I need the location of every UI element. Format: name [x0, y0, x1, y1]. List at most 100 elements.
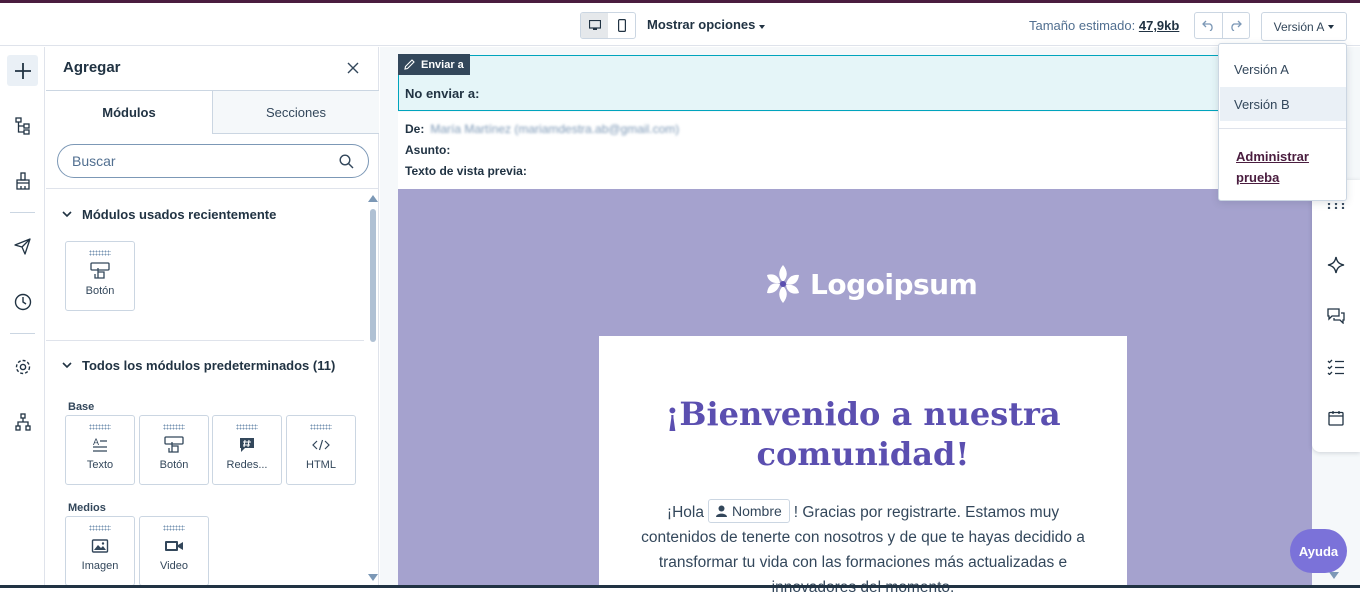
all-modules-heading: Todos los módulos predeterminados (11) [82, 358, 336, 373]
layers-tree-icon [14, 116, 30, 135]
drag-handle-icon [163, 525, 185, 531]
undo-button[interactable] [1195, 13, 1223, 38]
paper-plane-icon [14, 238, 31, 255]
module-html[interactable]: HTML [286, 415, 356, 485]
panel-scrollbar[interactable] [370, 209, 376, 342]
add-panel: Agregar Módulos Secciones Módulos usados… [46, 47, 379, 588]
module-social[interactable]: Redes... [212, 415, 282, 485]
email-meta: De: María Martínez (mariamdestra.ab@gmail… [398, 112, 1312, 189]
scroll-up-arrow[interactable] [368, 195, 378, 202]
drag-handle-icon [89, 424, 111, 430]
search-icon[interactable] [339, 154, 354, 169]
ai-assistant-button[interactable] [1324, 253, 1348, 277]
undo-redo-group [1194, 12, 1250, 39]
dots-grid-icon [1327, 203, 1345, 209]
scroll-down-arrow[interactable] [368, 574, 378, 581]
right-tool-rail [1312, 180, 1360, 452]
logo-mark-icon [767, 265, 799, 303]
version-dropdown-menu: Versión A Versión B Administrar prueba [1218, 43, 1347, 201]
tab-sections[interactable]: Secciones [213, 90, 379, 134]
show-options-label: Mostrar opciones [647, 17, 756, 32]
module-video[interactable]: Video [139, 516, 209, 586]
button-icon [163, 435, 185, 455]
module-search [57, 144, 369, 178]
preview-text-row: Texto de vista previa: [405, 164, 527, 178]
version-select-button[interactable]: Versión A [1261, 12, 1347, 41]
email-content-card[interactable]: ¡Bienvenido a nuestra comunidad! ¡Hola No… [599, 336, 1127, 596]
module-label: Botón [85, 285, 115, 297]
module-label: Botón [159, 459, 189, 471]
logo-text: Logoipsum [810, 267, 978, 301]
caret-down-icon [758, 25, 765, 29]
send-to-bar[interactable] [398, 55, 1238, 111]
size-value-link[interactable]: 47,9kb [1139, 18, 1179, 33]
module-image[interactable]: Imagen [65, 516, 135, 586]
drag-handle-icon [163, 424, 185, 430]
manage-test-link[interactable]: Administrar prueba [1236, 146, 1336, 188]
email-headline[interactable]: ¡Bienvenido a nuestra comunidad! [629, 394, 1097, 474]
pencil-icon [404, 59, 415, 70]
mobile-view-button[interactable] [608, 13, 635, 38]
rail-divider [10, 333, 35, 334]
show-options-menu[interactable]: Mostrar opciones [647, 17, 765, 32]
calendar-button[interactable] [1324, 406, 1348, 430]
module-label: Texto [86, 459, 114, 471]
group-label-media: Medios [68, 502, 106, 514]
rail-settings-button[interactable] [7, 351, 38, 382]
top-toolbar: Mostrar opciones Tamaño estimado: 47,9kb… [0, 3, 1360, 46]
module-button[interactable]: Botón [139, 415, 209, 485]
module-label: HTML [306, 459, 336, 471]
tab-modules[interactable]: Módulos [46, 90, 213, 134]
social-icon [238, 435, 256, 455]
desktop-view-button[interactable] [581, 13, 608, 38]
svg-text:A: A [93, 437, 99, 447]
plus-icon [14, 62, 31, 79]
chevron-down-icon [62, 211, 72, 218]
module-button-recent[interactable]: Botón [65, 241, 135, 311]
help-button[interactable]: Ayuda [1290, 529, 1347, 573]
email-logo[interactable]: Logoipsum [764, 263, 978, 305]
gear-icon [15, 359, 30, 374]
rail-design-button[interactable] [7, 165, 38, 196]
chevron-down-icon [62, 362, 72, 369]
rail-schedule-button[interactable] [7, 286, 38, 317]
all-modules-toggle[interactable]: Todos los módulos predeterminados (11) [62, 358, 335, 373]
rail-workflow-button[interactable] [7, 406, 38, 437]
search-input[interactable] [72, 153, 332, 169]
panel-tabs: Módulos Secciones [46, 90, 379, 134]
canvas-scroll-down-arrow[interactable] [1329, 572, 1339, 579]
rail-structure-button[interactable] [7, 110, 38, 141]
token-label: Nombre [731, 503, 782, 519]
menu-divider [1219, 128, 1346, 129]
drag-handle-icon [89, 525, 111, 531]
rail-add-button[interactable] [7, 55, 38, 86]
panel-title: Agregar [63, 59, 121, 76]
recent-modules-toggle[interactable]: Módulos usados recientemente [62, 207, 276, 222]
email-preview: Logoipsum ¡Bienvenido a nuestra comunida… [398, 189, 1312, 596]
html-icon [311, 435, 331, 455]
module-text[interactable]: A Texto [65, 415, 135, 485]
text-icon: A [91, 435, 109, 455]
close-panel-button[interactable] [346, 61, 360, 80]
section-divider [46, 340, 364, 341]
greeting-text: ¡Hola [666, 504, 704, 521]
flowchart-icon [14, 412, 31, 431]
personalization-token[interactable]: Nombre [707, 499, 790, 523]
rail-send-button[interactable] [7, 231, 38, 262]
clock-icon [14, 293, 31, 310]
caret-down-icon [1328, 24, 1335, 29]
manage-test-line2: prueba [1236, 170, 1280, 185]
from-row: De: María Martínez (mariamdestra.ab@gmail… [405, 122, 679, 136]
menu-item-version-a[interactable]: Versión A [1220, 52, 1346, 86]
video-icon [164, 536, 184, 556]
panel-divider [46, 188, 379, 189]
undo-icon [1201, 20, 1213, 31]
module-label: Video [160, 560, 188, 572]
estimated-size: Tamaño estimado: 47,9kb [1029, 18, 1179, 33]
checklist-button[interactable] [1324, 355, 1348, 379]
comments-button[interactable] [1324, 304, 1348, 328]
chat-bubbles-icon [1327, 308, 1345, 324]
menu-item-version-b[interactable]: Versión B [1220, 87, 1346, 121]
redo-button[interactable] [1223, 13, 1250, 38]
send-to-tag[interactable]: Enviar a [398, 54, 470, 75]
